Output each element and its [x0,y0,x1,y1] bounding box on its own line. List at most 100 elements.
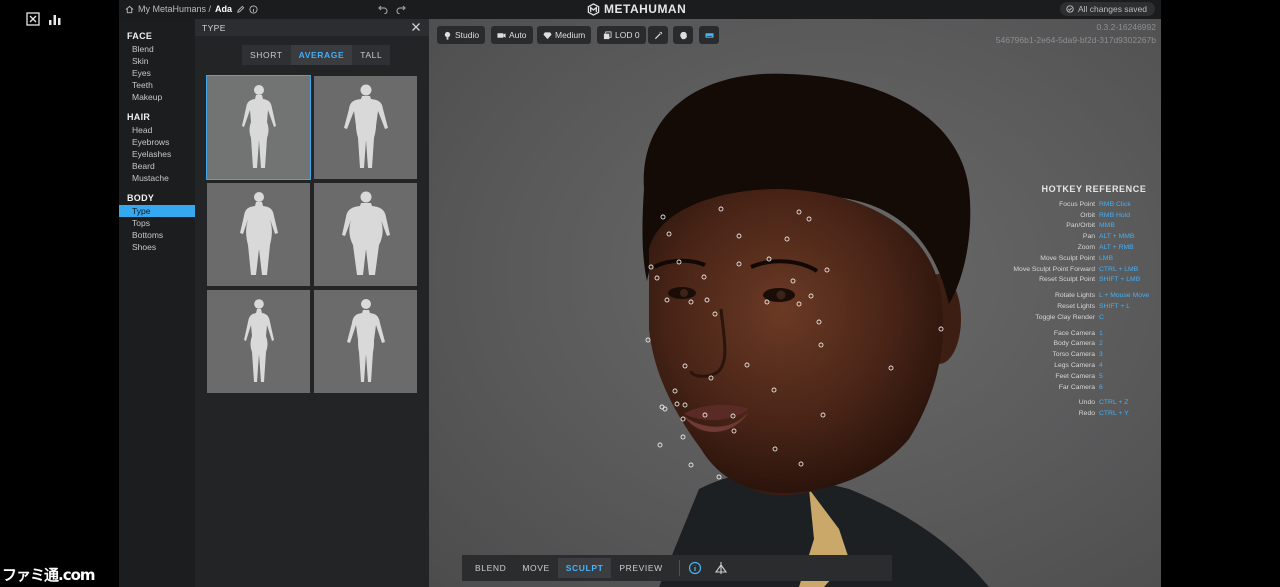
mode-move-button[interactable]: MOVE [514,558,557,578]
height-tall-button[interactable]: TALL [352,45,390,65]
hotkey-binding: SHIFT + L [1099,302,1131,310]
hotkey-action: Legs Camera [1054,361,1095,369]
hotkey-action: Reset Lights [1057,302,1095,310]
body-type-female-heavy[interactable] [207,183,310,286]
male-body-icon [346,298,385,382]
mode-sculpt-button[interactable]: SCULPT [557,558,612,578]
hotkey-action: Face Camera [1053,329,1095,337]
left-strip: ファミ通.com [0,0,119,587]
hotkey-toggle-button[interactable] [699,26,719,44]
mode-bar-divider [678,560,680,576]
nav-item-beard[interactable]: Beard [119,160,195,172]
undo-redo [378,4,406,14]
nav-heading-hair: HAIR [127,112,151,122]
nav-item-bottoms[interactable]: Bottoms [119,229,195,241]
camera-label: Auto [509,30,527,40]
body-type-female-slim[interactable] [207,290,310,393]
brand-logo: METAHUMAN [587,2,686,16]
type-panel-title: TYPE [202,22,226,33]
hotkey-binding: CTRL + LMB [1099,265,1139,273]
redo-icon[interactable] [396,4,406,14]
symmetry-icon[interactable] [714,561,728,575]
hotkey-action: Move Sculpt Point Forward [1013,265,1095,273]
nav-item-skin[interactable]: Skin [119,55,195,67]
hotkey-title: HOTKEY REFERENCE [1041,184,1147,194]
hotkey-row: Far Camera 6 [1004,383,1154,394]
render-mode-button[interactable] [648,26,668,44]
lighting-label: Studio [455,30,480,40]
viewport[interactable]: Studio Auto Medium LOD 0 0.3.2-16246992 … [429,19,1161,587]
diamond-icon [543,31,552,39]
female-body-icon [239,191,278,275]
build-id-text: 546796b1-2e64-5da9-bf2d-317d9302267b [995,35,1156,45]
hotkey-action: Zoom [1077,243,1095,251]
body-type-male-slim[interactable] [314,290,417,393]
nav-heading-body: BODY [127,193,155,203]
info-icon[interactable] [249,4,258,14]
hotkey-row: Body Camera 2 [1004,339,1154,350]
mode-blend-button[interactable]: BLEND [467,558,514,578]
right-strip [1161,0,1280,587]
lod-button[interactable]: LOD 0 [597,26,646,44]
nav-item-eyebrows[interactable]: Eyebrows [119,136,195,148]
nav-item-eyes[interactable]: Eyes [119,67,195,79]
info-circle-icon[interactable] [688,561,702,575]
nav-item-teeth[interactable]: Teeth [119,79,195,91]
male-body-icon [343,84,388,168]
height-average-button[interactable]: AVERAGE [290,45,353,65]
nav-item-head[interactable]: Head [119,124,195,136]
stats-icon[interactable] [48,12,62,26]
edit-icon[interactable] [236,5,245,14]
clay-render-button[interactable] [673,26,693,44]
body-type-male-average[interactable] [314,76,417,179]
close-icon[interactable] [411,22,421,32]
hotkey-row: Pan/Orbit MMB [1004,221,1154,232]
lod-icon [603,30,612,39]
keyboard-icon [704,32,714,38]
quality-medium-button[interactable]: Medium [537,26,592,44]
hotkey-binding: CTRL + Y [1099,410,1129,418]
nav-item-type[interactable]: Type [119,205,195,217]
nav-item-blend[interactable]: Blend [119,43,195,55]
hotkey-action: Focus Point [1059,200,1095,208]
body-type-male-heavy[interactable] [314,183,417,286]
save-status-text: All changes saved [1078,4,1147,14]
mode-preview-button[interactable]: PREVIEW [611,558,670,578]
hotkey-action: Body Camera [1053,340,1095,348]
height-short-button[interactable]: SHORT [242,45,291,65]
nav-item-eyelashes[interactable]: Eyelashes [119,148,195,160]
nav-section-face: FACE Blend Skin Eyes Teeth Makeup [119,31,195,103]
mode-bar: BLEND MOVE SCULPT PREVIEW [462,555,892,581]
lighting-studio-button[interactable]: Studio [437,26,486,44]
brand-name: METAHUMAN [604,2,687,16]
build-info: 0.3.2-16246992 546796b1-2e64-5da9-bf2d-3… [996,21,1156,47]
nav-item-makeup[interactable]: Makeup [119,91,195,103]
hotkey-row: Legs Camera 4 [1004,361,1154,372]
hotkey-row: Undo CTRL + Z [1004,398,1154,409]
camera-icon [497,32,506,38]
nav-item-mustache[interactable]: Mustache [119,172,195,184]
nav-item-shoes[interactable]: Shoes [119,241,195,253]
undo-icon[interactable] [378,4,388,14]
body-type-female-average[interactable] [206,75,311,180]
hotkey-binding: 4 [1099,361,1103,369]
fullscreen-icon[interactable] [26,12,40,26]
home-icon[interactable] [125,5,134,14]
hotkey-binding: 1 [1099,329,1103,337]
hotkey-row: Torso Camera 3 [1004,350,1154,361]
hotkey-binding: ALT + RMB [1099,243,1134,251]
metahuman-logo-icon [587,2,600,16]
hotkey-row: Rotate Lights L + Mouse Move [1004,291,1154,302]
type-panel-header: TYPE [195,19,429,36]
hotkey-row: Reset Sculpt Point SHIFT + LMB [1004,275,1154,286]
nav-item-tops[interactable]: Tops [119,217,195,229]
type-panel: TYPE SHORT AVERAGE TALL [195,19,429,587]
strip-icons [26,12,62,26]
breadcrumb-root[interactable]: My MetaHumans / [138,4,211,14]
nav-section-hair: HAIR Head Eyebrows Eyelashes Beard Musta… [119,112,195,184]
light-icon [444,31,451,40]
breadcrumb: My MetaHumans / Ada [125,4,258,14]
version-text: 0.3.2-16246992 [1096,22,1156,32]
camera-auto-button[interactable]: Auto [491,26,533,44]
hotkey-reference: HOTKEY REFERENCE Focus Point RMB Click Orb… [1004,184,1154,420]
